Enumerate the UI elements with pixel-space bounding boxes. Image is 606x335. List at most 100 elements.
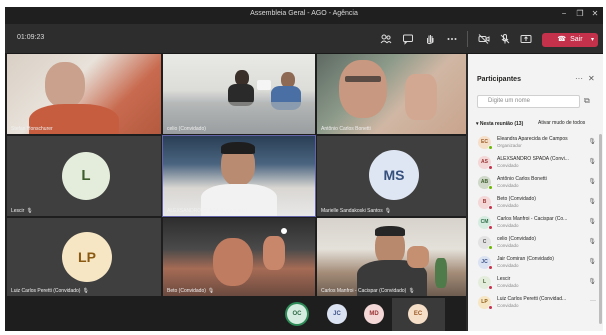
video-tile[interactable]: ALEXSANDRO SPADA (Convidado) ··· (162, 135, 316, 217)
video-tile[interactable]: L Lescir 🎙 (7, 136, 161, 216)
panel-scrollbar[interactable] (599, 134, 602, 324)
muted-mic-icon: 🎙 (26, 208, 33, 214)
panel-title: Participantes (477, 76, 521, 83)
muted-mic-icon: 🎙 (384, 208, 392, 214)
chat-icon[interactable] (402, 33, 414, 45)
mic-icon: 🎙 (588, 279, 596, 285)
participants-icon[interactable] (380, 33, 392, 45)
participant-role: Convidado (497, 163, 519, 168)
participant-avatar: L (62, 152, 110, 200)
leave-button[interactable]: ☎ Sair ▾ (542, 33, 598, 47)
participant-name: Marielle Sandakoski Santos (321, 208, 383, 214)
presence-dot (488, 165, 493, 170)
participant-name: celio (Convidado) (497, 236, 536, 242)
participant-row[interactable]: C celio (Convidado) Convidado 🎙 (476, 234, 598, 252)
section-label: Nesta reunião (13) (479, 121, 524, 127)
video-tile[interactable]: LP Luiz Carlos Peretti (Convidado) 🎙 (7, 218, 161, 296)
participant-name: Antônio Carlos Bonetti (321, 126, 371, 132)
participant-name: Luiz Carlos Peretti (Convidad... (497, 296, 567, 302)
share-invite-icon[interactable]: ⧉ (584, 96, 590, 106)
toolbar-divider (467, 31, 468, 47)
participant-role: Convidado (497, 203, 519, 208)
participant-row[interactable]: AB Antônio Carlos Bonetti Convidado 🎙 (476, 174, 598, 192)
mic-icon: 🎙 (588, 239, 596, 245)
section-header[interactable]: ▾ Nesta reunião (13) (476, 121, 523, 127)
mic-icon: 🎙 (588, 219, 596, 225)
presence-dot (488, 185, 493, 190)
participant-role: Convidado (497, 243, 519, 248)
participant-name: Carlos Manfroi - Cacispar (Convidado) (321, 288, 407, 294)
participant-role: Organizador (497, 143, 522, 148)
participant-row[interactable]: EC Eleandra Aparecida de Campos Organiza… (476, 134, 598, 152)
mute-all-button[interactable]: Ativar mudo de todos (538, 120, 585, 126)
participant-row[interactable]: JC Jair Comiran (Convidado) Convidado 🎙 (476, 254, 598, 272)
participant-avatar: LP (62, 232, 112, 282)
participant-avatar[interactable]: MD (364, 304, 384, 324)
search-participants-input[interactable]: Digite um nome (477, 95, 580, 108)
video-tile[interactable]: Carlos Manfroi - Cacispar (Convidado) 🎙 (317, 218, 466, 296)
participant-row[interactable]: LP Luiz Carlos Peretti (Convidad... Conv… (476, 294, 598, 312)
participant-name: ALEXSANDRO SPADA (Convidado) (167, 208, 248, 214)
participant-name: Carlos Manfroi - Cacispar (Co... (497, 216, 568, 222)
phone-hangup-icon: ☎ (557, 36, 567, 43)
presence-dot (488, 225, 493, 230)
mic-icon: 🎙 (588, 139, 596, 145)
share-screen-icon[interactable] (520, 33, 532, 45)
video-tile[interactable]: Stefan Honschurer (7, 54, 161, 134)
participant-avatar[interactable]: JC (327, 304, 347, 324)
participant-row[interactable]: CM Carlos Manfroi - Cacispar (Co... Conv… (476, 214, 598, 232)
participant-role: Convidado (497, 183, 519, 188)
muted-mic-icon: 🎙 (408, 288, 415, 294)
participant-name: Antônio Carlos Bonetti (497, 176, 547, 182)
more-options-icon[interactable]: ··· (250, 208, 256, 214)
participant-name: Luiz Carlos Peretti (Convidado) (11, 288, 81, 294)
participant-name: Beto (Convidado) (497, 196, 536, 202)
video-tile[interactable]: celio (Convidado) (163, 54, 315, 134)
mic-icon: 🎙 (588, 199, 596, 205)
participant-row[interactable]: L Lescir Convidado 🎙 (476, 274, 598, 292)
participant-avatar: MS (369, 150, 419, 200)
more-options-icon[interactable]: ··· (590, 298, 596, 304)
participant-name: ALEXSANDRO SPADA (Convi... (497, 156, 569, 162)
raise-hand-icon[interactable] (424, 33, 436, 45)
participant-role: Convidado (497, 263, 519, 268)
video-tile[interactable]: Beto (Convidado) 🎙 (163, 218, 315, 296)
minimize-button[interactable]: − (558, 9, 570, 18)
video-tile[interactable]: Antônio Carlos Bonetti (317, 54, 466, 134)
muted-mic-icon: 🎙 (207, 288, 215, 294)
video-tile[interactable]: MS Marielle Sandakoski Santos 🎙 (317, 136, 466, 216)
participant-row[interactable]: B Beto (Convidado) Convidado 🎙 (476, 194, 598, 212)
participant-row[interactable]: AS ALEXSANDRO SPADA (Convi... Convidado … (476, 154, 598, 172)
participant-name: celio (Convidado) (167, 126, 206, 132)
close-panel-icon[interactable]: ✕ (588, 74, 595, 83)
presence-dot (488, 245, 493, 250)
mic-icon: 🎙 (588, 259, 596, 265)
more-options-icon[interactable]: ··· (575, 74, 583, 83)
overflow-participants-bar: OC JC MD EC (5, 298, 466, 331)
presence-dot (488, 305, 493, 310)
presence-dot (488, 285, 493, 290)
participant-role: Convidado (497, 283, 519, 288)
mic-icon: 🎙 (588, 159, 596, 165)
participant-role: Convidado (497, 303, 519, 308)
participant-name: Lescir (497, 276, 511, 282)
presence-dot (488, 145, 493, 150)
mic-icon: 🎙 (588, 179, 596, 185)
participants-panel: Participantes ··· ✕ Digite um nome ⧉ ▾ N… (468, 54, 603, 331)
video-stage: Stefan Honschurer celio (Convidado) Antô… (5, 54, 466, 331)
more-actions-icon[interactable] (446, 33, 458, 45)
self-view-tile[interactable]: EC (392, 298, 445, 331)
participant-name: Lescir (11, 208, 25, 214)
leave-label: Sair (570, 36, 583, 43)
participant-avatar[interactable]: OC (287, 304, 307, 324)
participant-role: Convidado (497, 223, 519, 228)
close-window-button[interactable]: ✕ (589, 9, 601, 18)
microphone-icon[interactable] (499, 33, 511, 45)
maximize-button[interactable]: ❐ (574, 9, 586, 18)
chevron-down-icon[interactable]: ▾ (591, 33, 594, 47)
participant-name: Beto (Convidado) (167, 288, 206, 294)
participant-name: Eleandra Aparecida de Campos (497, 136, 568, 142)
presence-dot (488, 205, 493, 210)
camera-icon[interactable] (478, 33, 490, 45)
muted-mic-icon: 🎙 (82, 288, 89, 294)
